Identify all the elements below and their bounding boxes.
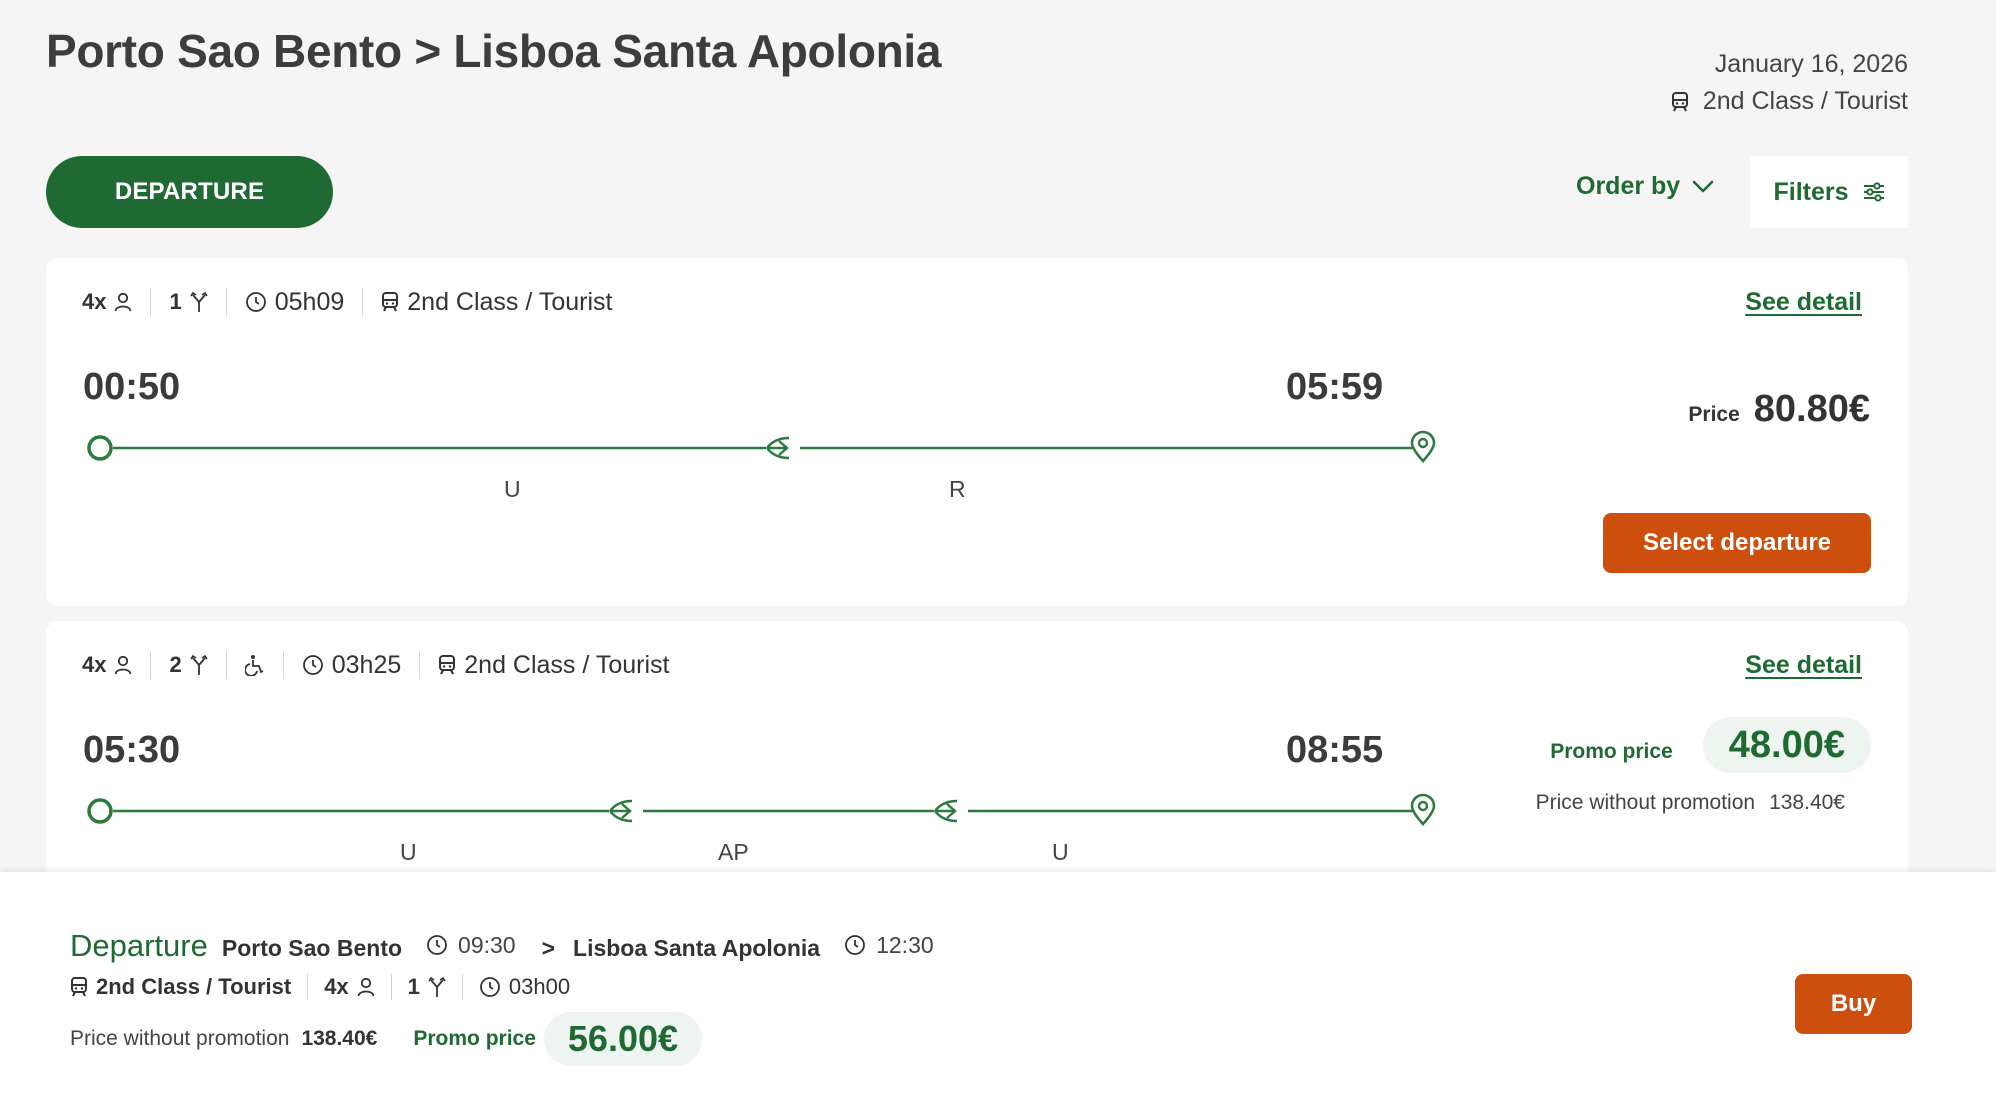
journey-track [86,791,1446,831]
promo-price-value: 48.00€ [1702,717,1871,773]
trip-date-text: January 16, 2026 [1714,50,1908,78]
promo-price: Promo price 48.00€ [1550,717,1871,773]
travel-class: 2nd Class / Tourist [420,651,687,679]
destination-pin-icon [1410,430,1436,463]
destination-pin-icon [1410,793,1436,826]
clock-icon [844,934,866,956]
order-by-dropdown[interactable]: Order by [1576,172,1714,201]
duration: 05h09 [227,288,363,316]
transfer-icon [934,799,958,823]
segment-code: R [949,476,966,502]
result-meta: 4x 1 05h09 2nd Class / Tourist [82,288,630,316]
summary-departure-time: 09:30 [426,932,516,959]
filters-label: Filters [1773,177,1849,206]
train-icon [70,977,88,997]
departure-time: 00:50 [83,366,181,408]
train-icon [381,292,399,312]
trip-class: 2nd Class / Tourist [1671,87,1908,116]
fork-icon [428,976,446,998]
train-icon [1671,91,1689,112]
person-icon [114,655,132,675]
summary-without-promo-value: 138.40€ [301,1027,378,1050]
tab-departure[interactable]: DEPARTURE [46,156,333,228]
transfer-icon [609,799,633,823]
summary-destination: Lisboa Santa Apolonia [573,935,821,961]
filters-button[interactable]: Filters [1750,156,1908,228]
train-icon [438,655,456,675]
fork-icon [190,291,208,313]
summary-meta: 2nd Class / Tourist 4x 1 03h00 [70,974,586,1000]
wheelchair-icon [244,654,265,676]
price: Price 80.80€ [1688,388,1870,431]
summary-changes: 1 [392,974,462,1000]
buy-button[interactable]: Buy [1795,974,1912,1034]
change-count: 1 [151,288,225,316]
trip-date: January 16, 2026 [1671,50,1908,79]
select-departure-button[interactable]: Select departure [1603,513,1871,573]
segment-code: AP [718,839,749,865]
result-card: 4x 1 05h09 2nd Class / Tourist See detai… [46,258,1908,606]
promo-price-label: Promo price [1550,740,1673,763]
summary-duration: 03h00 [463,974,586,1000]
clock-icon [479,976,501,998]
change-count: 2 [151,651,225,679]
summary-promo-value: 56.00€ [543,1012,703,1066]
travel-class: 2nd Class / Tourist [363,288,630,316]
trip-meta: January 16, 2026 2nd Class / Tourist [1671,50,1908,124]
clock-icon [426,934,448,956]
departure-time: 05:30 [83,729,181,771]
page-title: Porto Sao Bento > Lisboa Santa Apolonia [46,25,942,77]
summary-separator: > [541,935,556,961]
sliders-icon [1863,182,1885,202]
duration: 03h25 [284,651,420,679]
summary-price: Price without promotion 138.40€ Promo pr… [70,1012,703,1066]
summary-promo-label: Promo price [413,1027,536,1050]
summary-route: Departure Porto Sao Bento 09:30 > Lisboa… [70,928,934,964]
segment-code: U [1052,839,1069,865]
trip-class-text: 2nd Class / Tourist [1702,87,1908,115]
clock-icon [245,291,267,313]
price-without-promotion: Price without promotion 138.40€ [1535,791,1845,814]
journey-track [86,428,1446,468]
segment-code: U [504,476,521,502]
origin-icon [87,435,113,461]
fork-icon [190,654,208,676]
summary-without-promo-label: Price without promotion [70,1027,290,1050]
chevron-down-icon [1692,180,1714,194]
arrival-time: 08:55 [1286,729,1384,771]
transfer-icon [766,436,790,460]
segment-code: U [400,839,417,865]
selection-summary-bar: Departure Porto Sao Bento 09:30 > Lisboa… [0,872,1996,1095]
summary-arrival-time: 12:30 [844,932,934,959]
price-label: Price [1688,403,1740,426]
result-meta: 4x 2 03h25 2nd Class / Tourist [82,651,687,679]
person-icon [114,292,132,312]
accessibility [227,651,283,679]
passenger-count: 4x [82,651,150,679]
passenger-count: 4x [82,288,150,316]
summary-passengers: 4x [308,974,390,1000]
see-detail-link[interactable]: See detail [1745,651,1862,680]
summary-origin: Porto Sao Bento [221,935,403,961]
price-value: 80.80€ [1753,388,1870,430]
origin-icon [87,798,113,824]
summary-class: 2nd Class / Tourist [70,974,307,1000]
summary-title: Departure [70,928,208,963]
person-icon [357,977,375,997]
order-by-label: Order by [1576,172,1681,200]
see-detail-link[interactable]: See detail [1745,288,1862,317]
clock-icon [302,654,324,676]
arrival-time: 05:59 [1286,366,1384,408]
